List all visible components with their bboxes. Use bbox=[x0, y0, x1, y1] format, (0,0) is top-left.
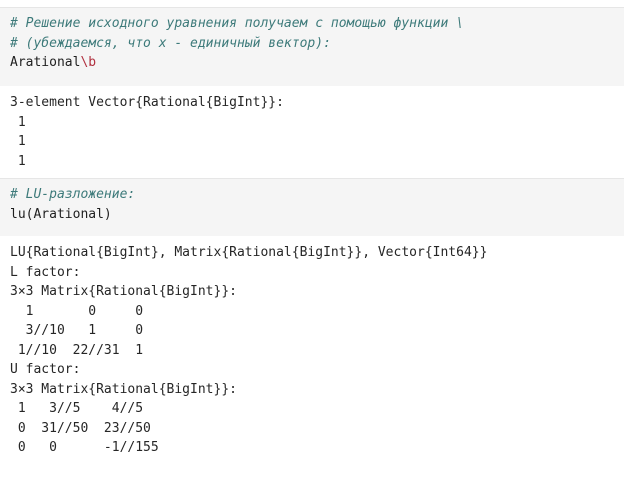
code-cell-1[interactable]: # Решение исходного уравнения получаем с… bbox=[0, 7, 624, 88]
matrix-row: 0 31//50 23//50 bbox=[10, 420, 151, 436]
output-header: LU{Rational{BigInt}, Matrix{Rational{Big… bbox=[10, 245, 488, 260]
matrix-row: 1 3//5 4//5 bbox=[10, 401, 144, 416]
code-cell-2[interactable]: # LU-разложение: lu(Arational) bbox=[0, 178, 624, 240]
code-escape: \b bbox=[80, 55, 97, 70]
output-cell-2: LU{Rational{BigInt}, Matrix{Rational{Big… bbox=[0, 236, 624, 479]
output-header: 3-element Vector{Rational{BigInt}}: bbox=[10, 95, 284, 110]
matrix-row: 0 0 -1//155 bbox=[10, 440, 159, 455]
u-factor-label: U factor: bbox=[10, 362, 81, 377]
output-value: 1 bbox=[10, 134, 26, 149]
comment-line: # (убеждаемся, что x - единичный вектор)… bbox=[10, 35, 331, 51]
matrix-row: 1 0 0 bbox=[10, 303, 144, 319]
l-matrix-type: 3×3 Matrix{Rational{BigInt}}: bbox=[10, 284, 237, 299]
u-matrix-type: 3×3 Matrix{Rational{BigInt}}: bbox=[10, 381, 237, 397]
matrix-row: 3//10 1 0 bbox=[10, 323, 144, 338]
comment-line: # LU-разложение: bbox=[10, 187, 136, 202]
matrix-row: 1//10 22//31 1 bbox=[10, 342, 144, 358]
output-value: 1 bbox=[10, 153, 26, 169]
code-line: Arational\b bbox=[10, 53, 616, 73]
code-line: lu(Arational) bbox=[10, 206, 112, 222]
code-identifier: Arational bbox=[10, 55, 81, 70]
l-factor-label: L factor: bbox=[10, 264, 81, 280]
comment-line: # Решение исходного уравнения получаем с… bbox=[10, 16, 464, 31]
output-cell-1: 3-element Vector{Rational{BigInt}}: 1 1 … bbox=[0, 86, 624, 184]
output-value: 1 bbox=[10, 114, 26, 130]
